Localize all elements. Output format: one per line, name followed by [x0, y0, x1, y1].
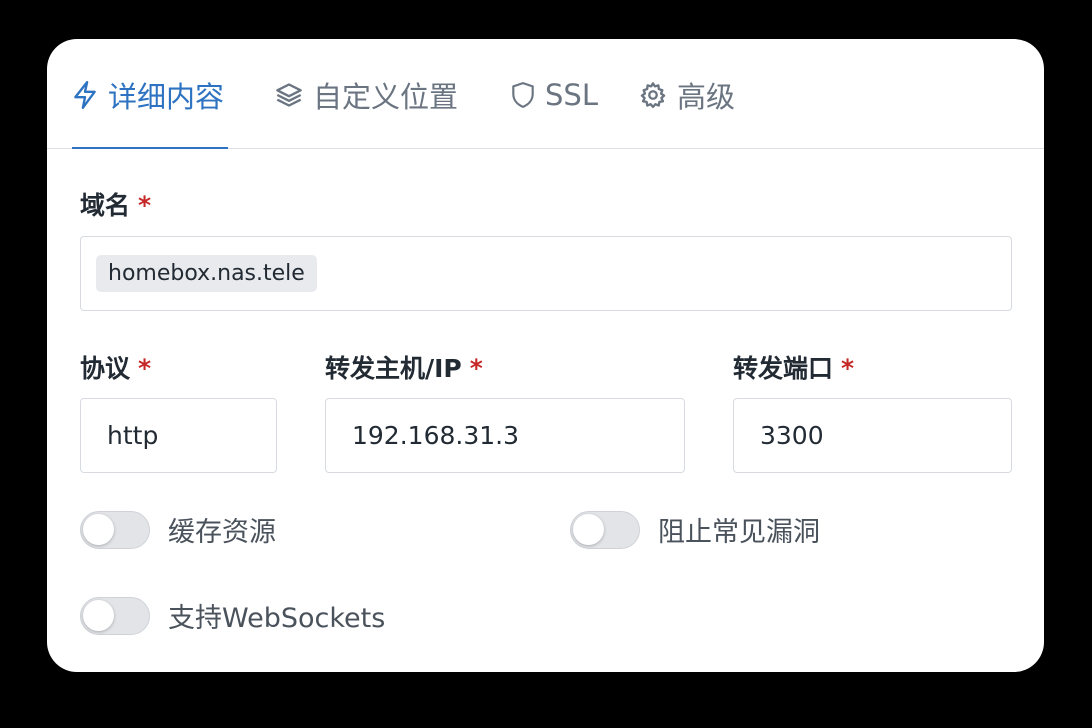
shield-icon: [512, 82, 534, 108]
tab-advanced[interactable]: 高级: [639, 75, 735, 115]
cache-assets-toggle-row[interactable]: 缓存资源: [80, 510, 276, 549]
switch-knob: [573, 513, 604, 545]
forward-port-value: 3300: [760, 421, 824, 450]
forward-host-label-text: 转发主机/IP: [325, 354, 462, 383]
active-tab-indicator: [72, 147, 228, 149]
websockets-switch[interactable]: [80, 596, 150, 635]
cache-assets-switch[interactable]: [80, 510, 150, 549]
websockets-toggle-row[interactable]: 支持WebSockets: [80, 596, 385, 635]
proxy-host-form-card: 详细内容 自定义位置 SSL 高级 域名 * homebox.nas.tele …: [47, 39, 1044, 672]
scheme-label-text: 协议: [80, 354, 131, 383]
layers-icon: [276, 83, 302, 107]
tab-label: SSL: [545, 78, 598, 112]
domain-names-input[interactable]: homebox.nas.tele: [80, 236, 1012, 311]
domain-label: 域名 *: [80, 186, 151, 222]
tab-label: 自定义位置: [313, 80, 459, 114]
bolt-icon: [74, 80, 96, 110]
websockets-label: 支持WebSockets: [168, 603, 386, 634]
required-mark: *: [841, 354, 855, 383]
switch-knob: [83, 599, 114, 631]
scheme-value: http: [107, 421, 159, 450]
tab-details[interactable]: 详细内容: [72, 75, 224, 115]
tab-ssl[interactable]: SSL: [511, 75, 598, 115]
forward-port-label: 转发端口 *: [733, 349, 854, 385]
switch-knob: [83, 513, 114, 545]
tab-bar: 详细内容 自定义位置 SSL 高级: [47, 39, 1044, 149]
domain-chip[interactable]: homebox.nas.tele: [96, 255, 317, 292]
gear-icon: [640, 82, 666, 109]
forward-port-input[interactable]: 3300: [733, 398, 1012, 473]
required-mark: *: [469, 354, 483, 383]
block-exploits-switch[interactable]: [570, 510, 640, 549]
cache-assets-label: 缓存资源: [168, 517, 276, 548]
block-exploits-label: 阻止常见漏洞: [658, 517, 820, 548]
domain-label-text: 域名: [80, 191, 131, 220]
required-mark: *: [138, 354, 152, 383]
forward-port-label-text: 转发端口: [733, 354, 834, 383]
tab-label: 高级: [677, 80, 736, 114]
scheme-select[interactable]: http: [80, 398, 277, 473]
block-exploits-toggle-row[interactable]: 阻止常见漏洞: [570, 510, 820, 549]
tab-custom-locations[interactable]: 自定义位置: [275, 75, 458, 115]
scheme-label: 协议 *: [80, 349, 151, 385]
required-mark: *: [138, 191, 152, 220]
tab-label: 详细内容: [108, 80, 225, 114]
forward-host-value: 192.168.31.3: [352, 421, 519, 450]
forward-host-label: 转发主机/IP *: [325, 349, 483, 385]
forward-host-input[interactable]: 192.168.31.3: [325, 398, 685, 473]
